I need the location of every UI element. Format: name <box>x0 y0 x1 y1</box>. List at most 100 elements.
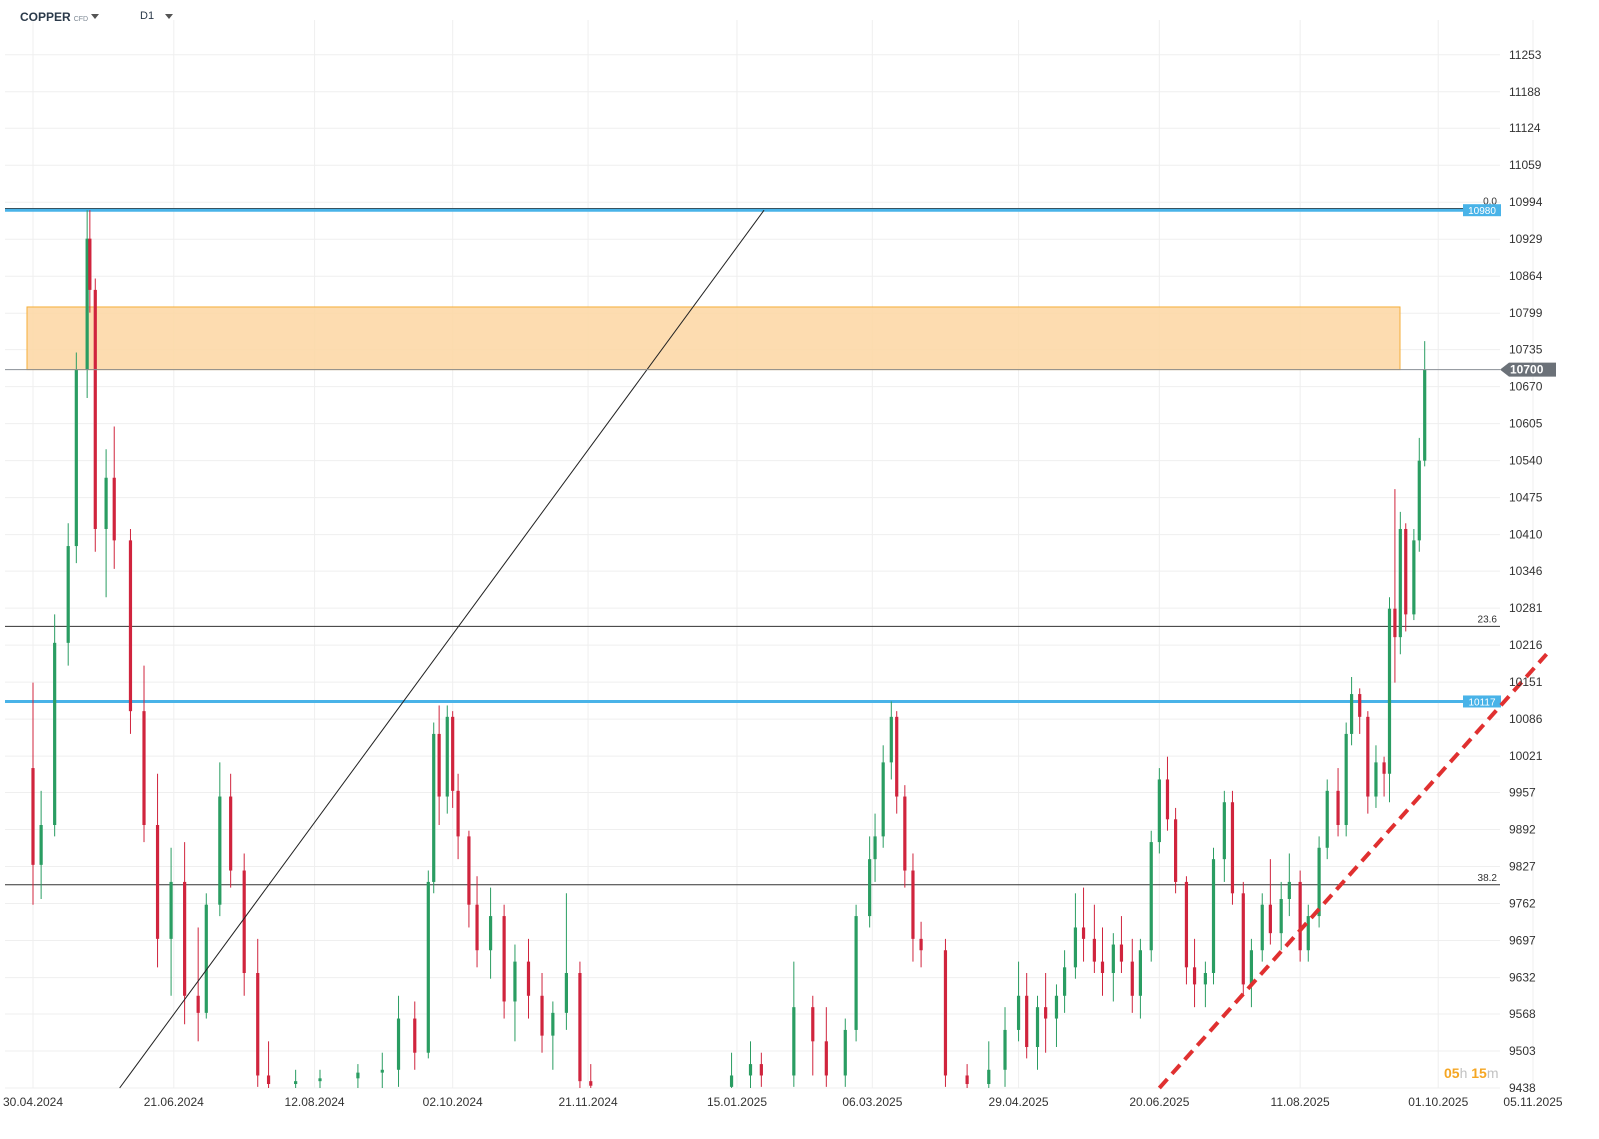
candle-body <box>169 881 173 939</box>
candle-body <box>943 950 948 1076</box>
candle-body <box>432 733 436 882</box>
candle-body <box>811 1007 815 1042</box>
y-tick-label: 9503 <box>1509 1044 1536 1058</box>
y-tick-label: 10021 <box>1509 749 1543 763</box>
candle-body <box>748 1064 753 1076</box>
candle-body <box>759 1064 763 1076</box>
price-chart[interactable]: 0.023.638.21098010117 10700 112531118811… <box>0 0 1599 1139</box>
candle-body <box>792 1007 796 1076</box>
candle-body <box>242 870 246 974</box>
candle-body <box>93 289 97 529</box>
candle-body <box>1062 967 1067 996</box>
candle-body <box>1344 733 1348 825</box>
candle-body <box>112 477 116 541</box>
candle-body <box>1298 881 1302 951</box>
candle-body <box>540 995 544 1036</box>
y-tick-label: 10735 <box>1509 343 1543 357</box>
candle-body <box>1081 927 1086 939</box>
candle-body <box>1306 916 1310 951</box>
candle-body <box>1203 973 1207 985</box>
candle-body <box>1374 762 1378 797</box>
candle-body <box>1073 927 1078 968</box>
y-tick-label: 11253 <box>1509 48 1542 62</box>
candle-body <box>1412 540 1416 615</box>
y-tick-label: 10216 <box>1509 638 1543 652</box>
candle-body <box>1249 950 1254 985</box>
y-tick-label: 10799 <box>1509 306 1543 320</box>
candle-body <box>1130 961 1134 996</box>
candle-body <box>911 870 915 939</box>
candle-body <box>1016 995 1021 1030</box>
candle-body <box>1358 694 1362 717</box>
candle-body <box>1044 1007 1048 1019</box>
symbol-selector[interactable]: COPPER CFD <box>20 10 88 24</box>
candle-body <box>1398 528 1402 638</box>
candle-body <box>488 916 493 951</box>
level-price-label: 10980 <box>1468 206 1496 217</box>
candle-body <box>31 768 35 865</box>
x-tick-label: 21.11.2024 <box>558 1095 617 1109</box>
y-tick-label: 10151 <box>1509 675 1543 689</box>
candle-body <box>987 1069 991 1085</box>
timeframe-label: D1 <box>140 10 155 22</box>
x-tick-label: 02.10.2024 <box>423 1095 483 1109</box>
candle-body <box>1349 694 1354 734</box>
x-tick-label: 29.04.2025 <box>989 1095 1049 1109</box>
y-tick-label: 10864 <box>1509 269 1543 283</box>
level-price-label: 10117 <box>1468 697 1496 708</box>
candle-body <box>1230 802 1235 894</box>
candle-body <box>1366 716 1370 797</box>
candle-body <box>1100 961 1105 974</box>
candle-body <box>551 1012 555 1036</box>
candle-body <box>1317 847 1321 917</box>
candle-body <box>183 881 187 996</box>
y-tick-label: 11188 <box>1509 85 1541 99</box>
x-tick-label: 21.06.2024 <box>144 1095 204 1109</box>
x-tick-label: 06.03.2025 <box>842 1095 902 1109</box>
candle-body <box>1336 790 1340 825</box>
candle-body <box>413 1018 417 1053</box>
instrument-type: CFD <box>73 16 89 23</box>
candle-body <box>53 642 57 825</box>
y-tick-label: 11124 <box>1509 121 1541 135</box>
x-tick-label: 01.10.2025 <box>1408 1095 1468 1109</box>
y-tick-label: 10540 <box>1509 454 1543 468</box>
candle-body <box>1393 608 1397 638</box>
candle-body <box>1287 881 1291 900</box>
candle-body <box>66 546 70 643</box>
candle-body <box>854 916 858 1030</box>
x-tick-label: 12.08.2024 <box>285 1095 345 1109</box>
candle-body <box>204 904 208 1013</box>
candle-body <box>39 825 43 865</box>
candle-body <box>88 238 92 290</box>
timeframe-selector[interactable]: D1 <box>140 10 154 22</box>
candle-body <box>294 1081 298 1085</box>
candle-body <box>1222 802 1226 860</box>
x-tick-label: 15.01.2025 <box>707 1095 767 1109</box>
candle-body <box>873 836 877 860</box>
x-tick-label: 20.06.2025 <box>1129 1095 1189 1109</box>
candle-body <box>965 1075 969 1085</box>
candle-body <box>266 1075 271 1085</box>
y-tick-label: 10475 <box>1509 491 1543 505</box>
y-tick-label: 9697 <box>1509 934 1536 948</box>
candle-body <box>74 369 78 547</box>
y-tick-label: 9632 <box>1509 971 1536 985</box>
y-tick-label: 9892 <box>1509 823 1536 837</box>
timeframe-dropdown-icon[interactable] <box>165 14 173 19</box>
candle-body <box>1279 899 1283 934</box>
y-tick-label: 10086 <box>1509 712 1543 726</box>
candle-body <box>1260 904 1264 951</box>
candle-body <box>128 540 133 712</box>
candle-body <box>1382 762 1386 774</box>
y-tick-label: 9762 <box>1509 897 1536 911</box>
candle-body <box>1054 995 1059 1019</box>
candle-body <box>889 716 893 763</box>
candle-body <box>919 938 923 951</box>
candle-body <box>903 796 907 871</box>
symbol-dropdown-icon[interactable] <box>91 14 99 19</box>
candle-body <box>155 825 160 939</box>
candle-body <box>824 1041 828 1076</box>
candle-body <box>843 1029 847 1076</box>
candle-body <box>868 859 872 917</box>
